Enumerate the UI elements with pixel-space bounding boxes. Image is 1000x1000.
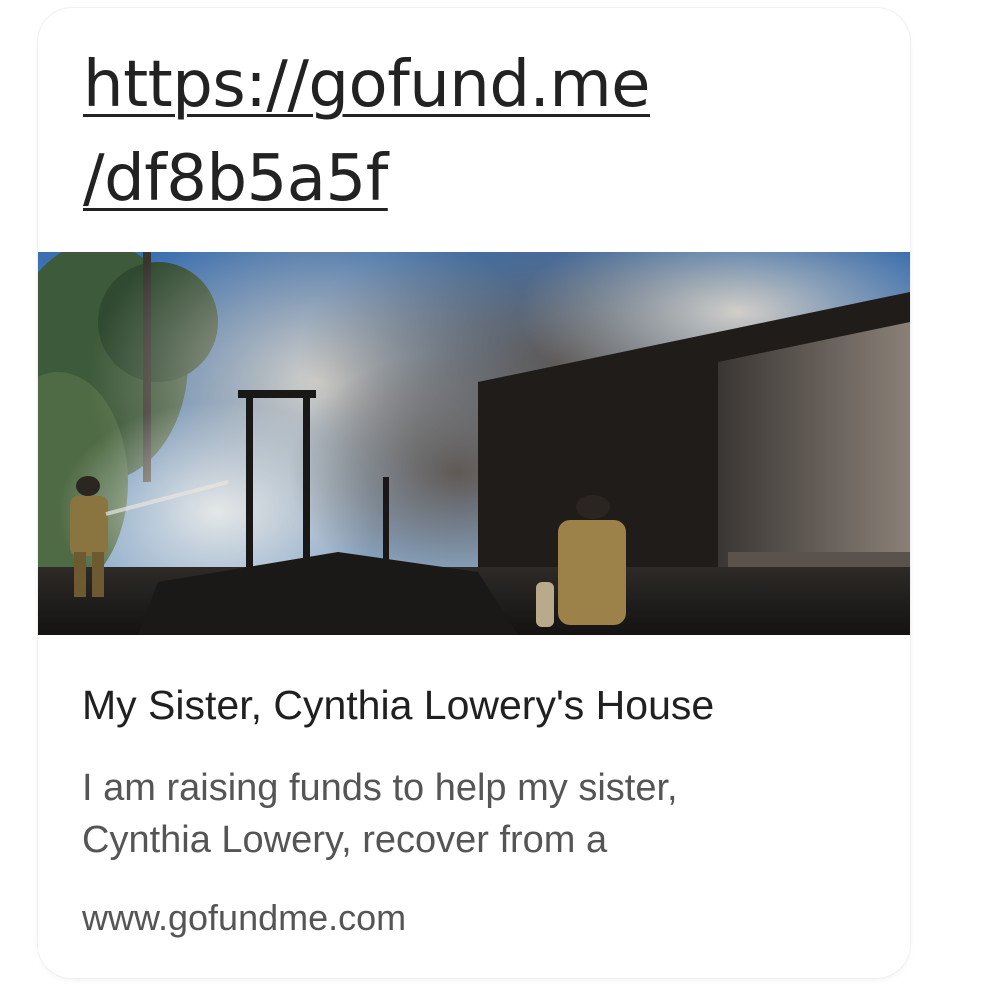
message-link[interactable]: https://gofund.me /df8b5a5f bbox=[83, 38, 873, 226]
link-preview-card[interactable]: My Sister, Cynthia Lowery's House I am r… bbox=[38, 252, 910, 978]
preview-title: My Sister, Cynthia Lowery's House bbox=[82, 682, 715, 728]
preview-description: I am raising funds to help my sister, Cy… bbox=[82, 762, 842, 866]
link-line-2[interactable]: /df8b5a5f bbox=[83, 132, 873, 226]
screen: https://gofund.me /df8b5a5f My Sister, C… bbox=[0, 0, 1000, 1000]
preview-description-line-2: Cynthia Lowery, recover from a bbox=[82, 819, 608, 861]
house-fire-photo[interactable] bbox=[38, 252, 910, 635]
preview-domain: www.gofundme.com bbox=[82, 897, 407, 938]
preview-description-line-1: I am raising funds to help my sister, bbox=[82, 767, 678, 809]
link-line-1[interactable]: https://gofund.me bbox=[83, 38, 873, 132]
message-bubble: https://gofund.me /df8b5a5f My Sister, C… bbox=[38, 8, 910, 978]
